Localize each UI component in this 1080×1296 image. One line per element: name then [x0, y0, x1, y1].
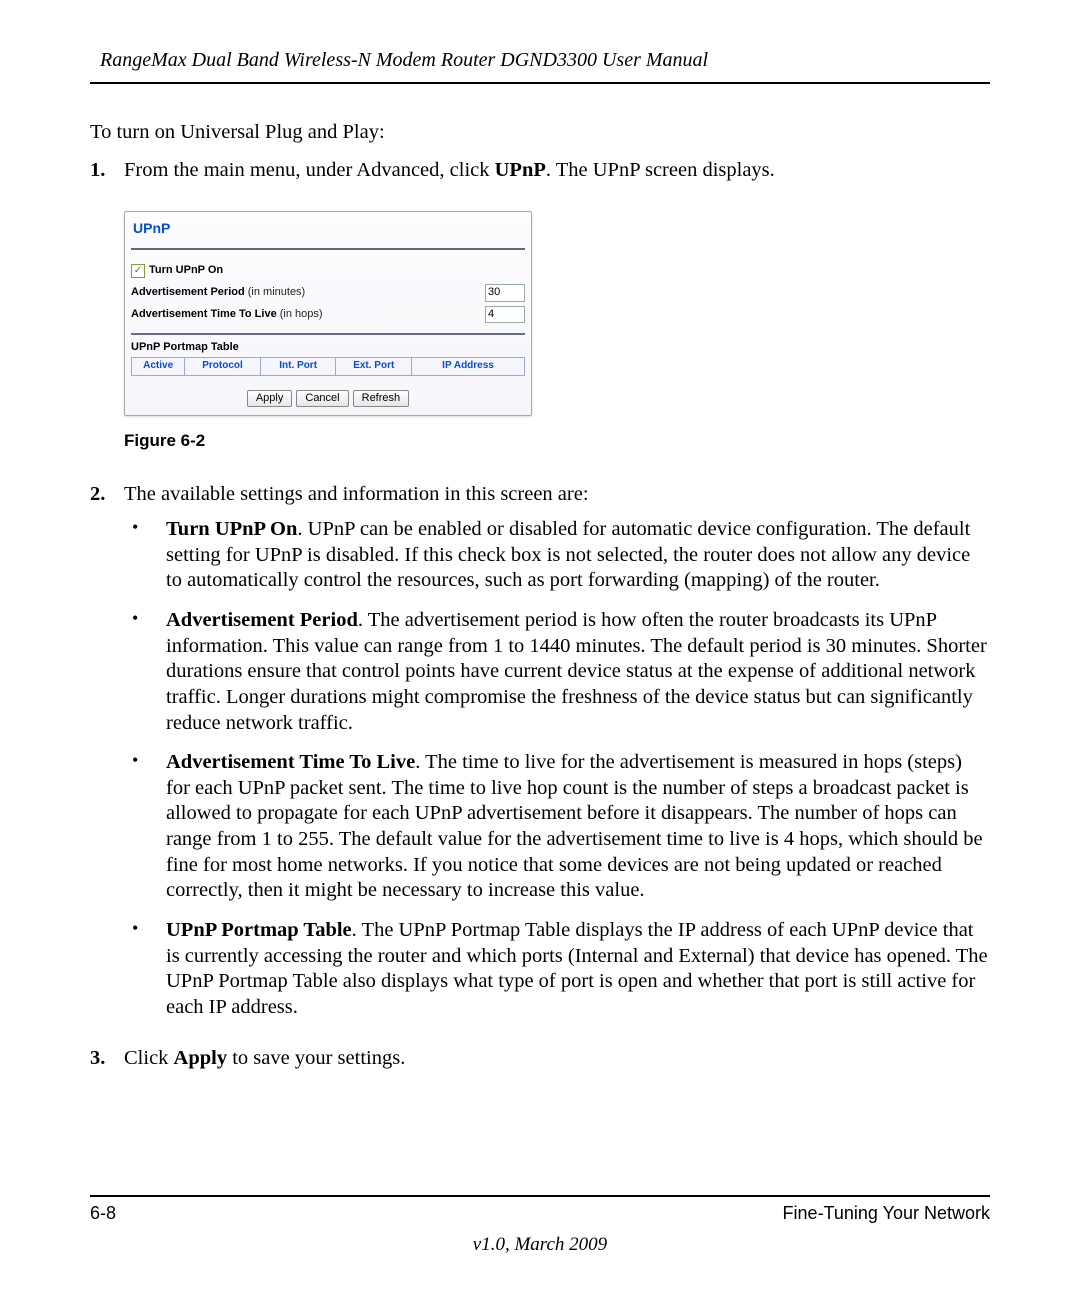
col-active: Active	[132, 358, 185, 375]
col-int-port: Int. Port	[261, 358, 337, 375]
bullet-title: Advertisement Period	[166, 609, 358, 631]
refresh-button[interactable]: Refresh	[353, 390, 410, 408]
step-number: 2.	[90, 482, 124, 1035]
bullet-icon: •	[124, 517, 166, 594]
step-text-post: . The UPnP screen displays.	[546, 159, 775, 181]
bullet-turn-upnp-on: • Turn UPnP On. UPnP can be enabled or d…	[124, 517, 990, 594]
bullet-adv-ttl: • Advertisement Time To Live. The time t…	[124, 750, 990, 904]
adv-period-label: Advertisement Period	[131, 286, 245, 298]
bullet-adv-period: • Advertisement Period. The advertisemen…	[124, 608, 990, 736]
step-2: 2. The available settings and informatio…	[90, 482, 990, 1035]
step-number: 1.	[90, 158, 124, 184]
bullet-title: UPnP Portmap Table	[166, 919, 352, 941]
portmap-header-row: Active Protocol Int. Port Ext. Port IP A…	[131, 357, 525, 376]
step-1: 1. From the main menu, under Advanced, c…	[90, 158, 990, 184]
adv-period-units: (in minutes)	[245, 286, 306, 298]
turn-upnp-on-checkbox[interactable]: ✓	[131, 264, 145, 278]
portmap-title: UPnP Portmap Table	[131, 341, 525, 355]
figure-caption: Figure 6-2	[124, 430, 990, 451]
section-title: Fine-Tuning Your Network	[783, 1203, 990, 1224]
bullet-title: Turn UPnP On	[166, 518, 297, 540]
bullet-icon: •	[124, 918, 166, 1021]
intro-paragraph: To turn on Universal Plug and Play:	[90, 120, 990, 146]
figure-screenshot: UPnP ✓ Turn UPnP On Advertisement Period…	[124, 211, 990, 416]
bullet-icon: •	[124, 750, 166, 904]
cancel-button[interactable]: Cancel	[296, 390, 348, 408]
apply-button[interactable]: Apply	[247, 390, 293, 408]
step-bold: Apply	[174, 1047, 228, 1069]
version-line: v1.0, March 2009	[90, 1234, 990, 1256]
turn-upnp-on-label: Turn UPnP On	[149, 264, 223, 278]
step-3: 3. Click Apply to save your settings.	[90, 1046, 990, 1072]
col-ip-address: IP Address	[412, 358, 524, 375]
bullet-portmap: • UPnP Portmap Table. The UPnP Portmap T…	[124, 918, 990, 1021]
bullet-text: . The time to live for the advertisement…	[166, 751, 983, 901]
panel-title: UPnP	[131, 218, 525, 250]
adv-ttl-input[interactable]: 4	[485, 306, 525, 324]
col-protocol: Protocol	[185, 358, 261, 375]
step-text: From the main menu, under Advanced, clic…	[124, 159, 495, 181]
running-header: RangeMax Dual Band Wireless-N Modem Rout…	[90, 44, 990, 84]
adv-period-input[interactable]: 30	[485, 284, 525, 302]
adv-ttl-label: Advertisement Time To Live	[131, 308, 277, 320]
bullet-icon: •	[124, 608, 166, 736]
step-number: 3.	[90, 1046, 124, 1072]
step-text: Click	[124, 1047, 174, 1069]
page-number: 6-8	[90, 1203, 116, 1224]
adv-ttl-units: (in hops)	[277, 308, 323, 320]
step-text-post: to save your settings.	[227, 1047, 405, 1069]
col-ext-port: Ext. Port	[336, 358, 412, 375]
step-bold: UPnP	[495, 159, 546, 181]
step-text: The available settings and information i…	[124, 483, 589, 505]
bullet-title: Advertisement Time To Live	[166, 751, 415, 773]
